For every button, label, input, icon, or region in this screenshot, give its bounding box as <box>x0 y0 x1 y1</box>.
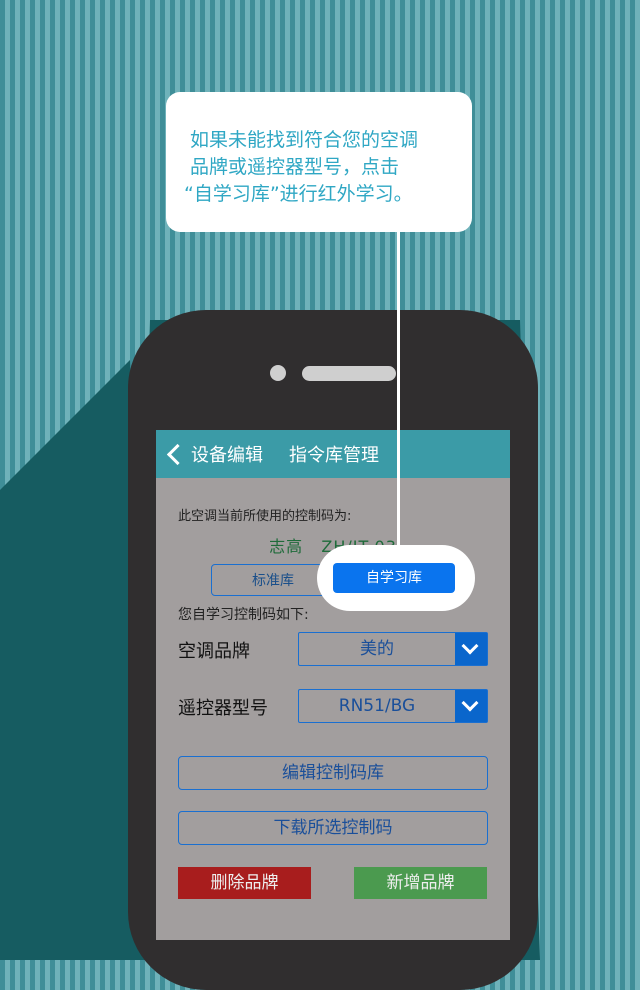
model-dropdown-button[interactable] <box>455 690 487 722</box>
camera-icon <box>270 365 286 381</box>
tip-callout: 如果未能找到符合您的空调 品牌或遥控器型号，点击 “自学习库”进行红外学习。 <box>166 92 472 232</box>
model-label: 遥控器型号 <box>178 698 268 719</box>
brand-select-value: 美的 <box>360 639 394 659</box>
phone-frame: 设备编辑 指令库管理 此空调当前所使用的控制码为: 志高 ZH/JT-03 标准… <box>128 310 538 990</box>
callout-line-1: 如果未能找到符合您的空调 <box>190 129 419 151</box>
back-chevron-icon[interactable] <box>166 443 189 465</box>
tab-standard-library[interactable]: 标准库 <box>212 565 334 595</box>
page-title: 指令库管理 <box>289 445 379 466</box>
brand-dropdown-button[interactable] <box>455 633 487 665</box>
phone-screen: 设备编辑 指令库管理 此空调当前所使用的控制码为: 志高 ZH/JT-03 标准… <box>156 430 510 940</box>
chevron-down-icon <box>461 694 479 712</box>
speaker-grille <box>302 366 396 381</box>
callout-line-2: 品牌或遥控器型号，点击 <box>190 156 400 178</box>
current-brand: 志高 <box>269 537 304 556</box>
chevron-down-icon <box>461 637 479 655</box>
model-select-value: RN51/BG <box>338 696 416 716</box>
info-text: 此空调当前所使用的控制码为: <box>178 509 352 524</box>
highlighted-self-learn-tab[interactable]: 自学习库 <box>333 563 455 593</box>
self-learn-label: 您自学习控制码如下: <box>178 607 309 623</box>
download-codes-button[interactable]: 下载所选控制码 <box>178 811 488 845</box>
callout-line-3: “自学习库”进行红外学习。 <box>184 183 413 205</box>
navbar: 设备编辑 指令库管理 <box>156 430 510 478</box>
delete-brand-button[interactable]: 删除品牌 <box>178 867 311 899</box>
add-brand-button[interactable]: 新增品牌 <box>354 867 487 899</box>
brand-select[interactable]: 美的 <box>298 632 488 666</box>
brand-label: 空调品牌 <box>178 641 250 662</box>
edit-codes-button[interactable]: 编辑控制码库 <box>178 756 488 790</box>
nav-back-button[interactable]: 设备编辑 <box>191 441 263 467</box>
highlight-spotlight: 自学习库 <box>317 545 475 611</box>
model-select[interactable]: RN51/BG <box>298 689 488 723</box>
callout-connector <box>397 230 400 550</box>
